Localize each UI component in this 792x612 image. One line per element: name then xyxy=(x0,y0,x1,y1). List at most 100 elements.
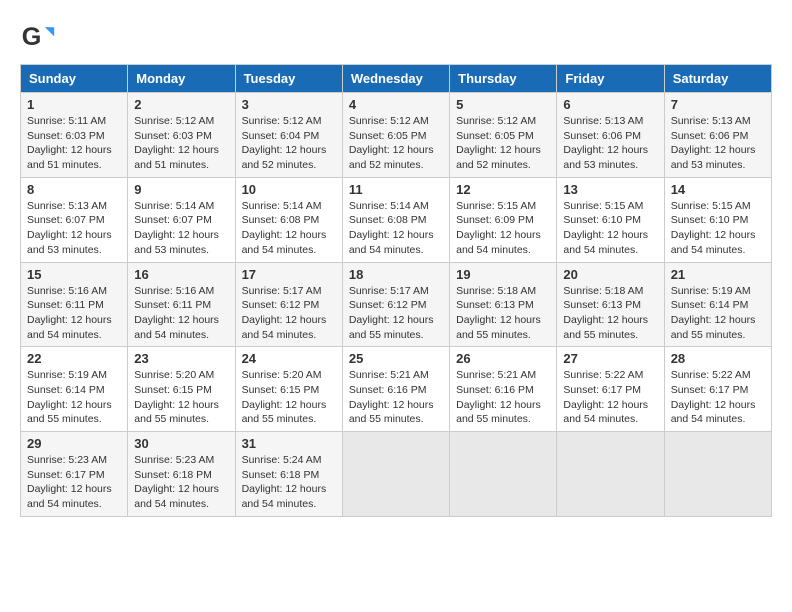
day-number: 31 xyxy=(242,436,336,451)
day-info: Sunrise: 5:12 AMSunset: 6:05 PMDaylight:… xyxy=(349,114,443,173)
day-number: 17 xyxy=(242,267,336,282)
calendar-cell: 2 Sunrise: 5:12 AMSunset: 6:03 PMDaylight… xyxy=(128,93,235,178)
calendar-cell: 27Sunrise: 5:22 AMSunset: 6:17 PMDayligh… xyxy=(557,347,664,432)
calendar-cell: 1Sunrise: 5:11 AMSunset: 6:03 PMDaylight… xyxy=(21,93,128,178)
day-number: 3 xyxy=(242,97,336,112)
day-info: Sunrise: 5:16 AMSunset: 6:11 PMDaylight:… xyxy=(27,284,121,343)
day-number: 12 xyxy=(456,182,550,197)
day-info: Sunrise: 5:13 AMSunset: 6:06 PMDaylight:… xyxy=(671,114,765,173)
day-info: Sunrise: 5:15 AMSunset: 6:10 PMDaylight:… xyxy=(563,199,657,258)
calendar-cell: 15 Sunrise: 5:16 AMSunset: 6:11 PMDayligh… xyxy=(21,262,128,347)
day-info: Sunrise: 5:11 AMSunset: 6:03 PMDaylight:… xyxy=(27,114,121,173)
calendar-cell xyxy=(557,432,664,517)
calendar-cell: 21 Sunrise: 5:19 AMSunset: 6:14 PMDayligh… xyxy=(664,262,771,347)
day-info: Sunrise: 5:23 AMSunset: 6:17 PMDaylight:… xyxy=(27,453,121,512)
header-tuesday: Tuesday xyxy=(235,65,342,93)
calendar-cell: 13 Sunrise: 5:15 AMSunset: 6:10 PMDayligh… xyxy=(557,177,664,262)
calendar-cell: 29Sunrise: 5:23 AMSunset: 6:17 PMDayligh… xyxy=(21,432,128,517)
calendar-cell: 26 Sunrise: 5:21 AMSunset: 6:16 PMDayligh… xyxy=(450,347,557,432)
day-info: Sunrise: 5:17 AMSunset: 6:12 PMDaylight:… xyxy=(349,284,443,343)
day-number: 26 xyxy=(456,351,550,366)
day-info: Sunrise: 5:14 AMSunset: 6:08 PMDaylight:… xyxy=(349,199,443,258)
calendar-cell: 7 Sunrise: 5:13 AMSunset: 6:06 PMDaylight… xyxy=(664,93,771,178)
day-number: 4 xyxy=(349,97,443,112)
day-info: Sunrise: 5:14 AMSunset: 6:08 PMDaylight:… xyxy=(242,199,336,258)
day-number: 22 xyxy=(27,351,121,366)
week-row-3: 15 Sunrise: 5:16 AMSunset: 6:11 PMDayligh… xyxy=(21,262,772,347)
week-row-1: 1Sunrise: 5:11 AMSunset: 6:03 PMDaylight… xyxy=(21,93,772,178)
week-row-4: 22 Sunrise: 5:19 AMSunset: 6:14 PMDayligh… xyxy=(21,347,772,432)
calendar-cell: 9Sunrise: 5:14 AMSunset: 6:07 PMDaylight… xyxy=(128,177,235,262)
svg-text:G: G xyxy=(22,23,42,51)
day-number: 14 xyxy=(671,182,765,197)
day-info: Sunrise: 5:12 AMSunset: 6:03 PMDaylight:… xyxy=(134,114,228,173)
day-info: Sunrise: 5:21 AMSunset: 6:16 PMDaylight:… xyxy=(349,368,443,427)
week-row-2: 8Sunrise: 5:13 AMSunset: 6:07 PMDaylight… xyxy=(21,177,772,262)
calendar-cell: 17 Sunrise: 5:17 AMSunset: 6:12 PMDayligh… xyxy=(235,262,342,347)
day-info: Sunrise: 5:17 AMSunset: 6:12 PMDaylight:… xyxy=(242,284,336,343)
day-info: Sunrise: 5:23 AMSunset: 6:18 PMDaylight:… xyxy=(134,453,228,512)
calendar-cell: 22 Sunrise: 5:19 AMSunset: 6:14 PMDayligh… xyxy=(21,347,128,432)
header-friday: Friday xyxy=(557,65,664,93)
day-number: 8 xyxy=(27,182,121,197)
day-number: 20 xyxy=(563,267,657,282)
day-info: Sunrise: 5:19 AMSunset: 6:14 PMDaylight:… xyxy=(27,368,121,427)
day-number: 5 xyxy=(456,97,550,112)
logo: G xyxy=(20,20,60,56)
calendar-cell xyxy=(342,432,449,517)
calendar-header: SundayMondayTuesdayWednesdayThursdayFrid… xyxy=(21,65,772,93)
day-number: 7 xyxy=(671,97,765,112)
day-number: 28 xyxy=(671,351,765,366)
calendar-cell: 23 Sunrise: 5:20 AMSunset: 6:15 PMDayligh… xyxy=(128,347,235,432)
header: G xyxy=(20,20,772,56)
day-info: Sunrise: 5:15 AMSunset: 6:10 PMDaylight:… xyxy=(671,199,765,258)
day-info: Sunrise: 5:20 AMSunset: 6:15 PMDaylight:… xyxy=(242,368,336,427)
calendar-cell xyxy=(450,432,557,517)
calendar-cell: 20 Sunrise: 5:18 AMSunset: 6:13 PMDayligh… xyxy=(557,262,664,347)
calendar-cell: 11 Sunrise: 5:14 AMSunset: 6:08 PMDayligh… xyxy=(342,177,449,262)
calendar-cell xyxy=(664,432,771,517)
week-row-5: 29Sunrise: 5:23 AMSunset: 6:17 PMDayligh… xyxy=(21,432,772,517)
day-info: Sunrise: 5:14 AMSunset: 6:07 PMDaylight:… xyxy=(134,199,228,258)
day-number: 10 xyxy=(242,182,336,197)
calendar-cell: 8Sunrise: 5:13 AMSunset: 6:07 PMDaylight… xyxy=(21,177,128,262)
day-number: 30 xyxy=(134,436,228,451)
calendar-cell: 19Sunrise: 5:18 AMSunset: 6:13 PMDayligh… xyxy=(450,262,557,347)
day-number: 18 xyxy=(349,267,443,282)
day-info: Sunrise: 5:24 AMSunset: 6:18 PMDaylight:… xyxy=(242,453,336,512)
calendar-cell: 28Sunrise: 5:22 AMSunset: 6:17 PMDayligh… xyxy=(664,347,771,432)
calendar-cell: 10 Sunrise: 5:14 AMSunset: 6:08 PMDayligh… xyxy=(235,177,342,262)
day-number: 6 xyxy=(563,97,657,112)
day-number: 23 xyxy=(134,351,228,366)
calendar-cell: 5 Sunrise: 5:12 AMSunset: 6:05 PMDaylight… xyxy=(450,93,557,178)
header-row: SundayMondayTuesdayWednesdayThursdayFrid… xyxy=(21,65,772,93)
calendar-cell: 14 Sunrise: 5:15 AMSunset: 6:10 PMDayligh… xyxy=(664,177,771,262)
day-info: Sunrise: 5:18 AMSunset: 6:13 PMDaylight:… xyxy=(563,284,657,343)
day-info: Sunrise: 5:13 AMSunset: 6:06 PMDaylight:… xyxy=(563,114,657,173)
calendar-cell: 18 Sunrise: 5:17 AMSunset: 6:12 PMDayligh… xyxy=(342,262,449,347)
day-info: Sunrise: 5:12 AMSunset: 6:05 PMDaylight:… xyxy=(456,114,550,173)
day-number: 11 xyxy=(349,182,443,197)
day-info: Sunrise: 5:21 AMSunset: 6:16 PMDaylight:… xyxy=(456,368,550,427)
header-thursday: Thursday xyxy=(450,65,557,93)
calendar-cell: 31 Sunrise: 5:24 AMSunset: 6:18 PMDayligh… xyxy=(235,432,342,517)
header-monday: Monday xyxy=(128,65,235,93)
day-number: 21 xyxy=(671,267,765,282)
day-number: 15 xyxy=(27,267,121,282)
day-number: 25 xyxy=(349,351,443,366)
day-number: 19 xyxy=(456,267,550,282)
day-number: 2 xyxy=(134,97,228,112)
header-saturday: Saturday xyxy=(664,65,771,93)
day-info: Sunrise: 5:19 AMSunset: 6:14 PMDaylight:… xyxy=(671,284,765,343)
calendar-body: 1Sunrise: 5:11 AMSunset: 6:03 PMDaylight… xyxy=(21,93,772,517)
calendar-cell: 25 Sunrise: 5:21 AMSunset: 6:16 PMDayligh… xyxy=(342,347,449,432)
header-wednesday: Wednesday xyxy=(342,65,449,93)
header-sunday: Sunday xyxy=(21,65,128,93)
logo-icon: G xyxy=(20,20,56,56)
day-info: Sunrise: 5:20 AMSunset: 6:15 PMDaylight:… xyxy=(134,368,228,427)
calendar-cell: 3Sunrise: 5:12 AMSunset: 6:04 PMDaylight… xyxy=(235,93,342,178)
day-number: 27 xyxy=(563,351,657,366)
day-info: Sunrise: 5:15 AMSunset: 6:09 PMDaylight:… xyxy=(456,199,550,258)
day-number: 13 xyxy=(563,182,657,197)
calendar-cell: 16Sunrise: 5:16 AMSunset: 6:11 PMDayligh… xyxy=(128,262,235,347)
